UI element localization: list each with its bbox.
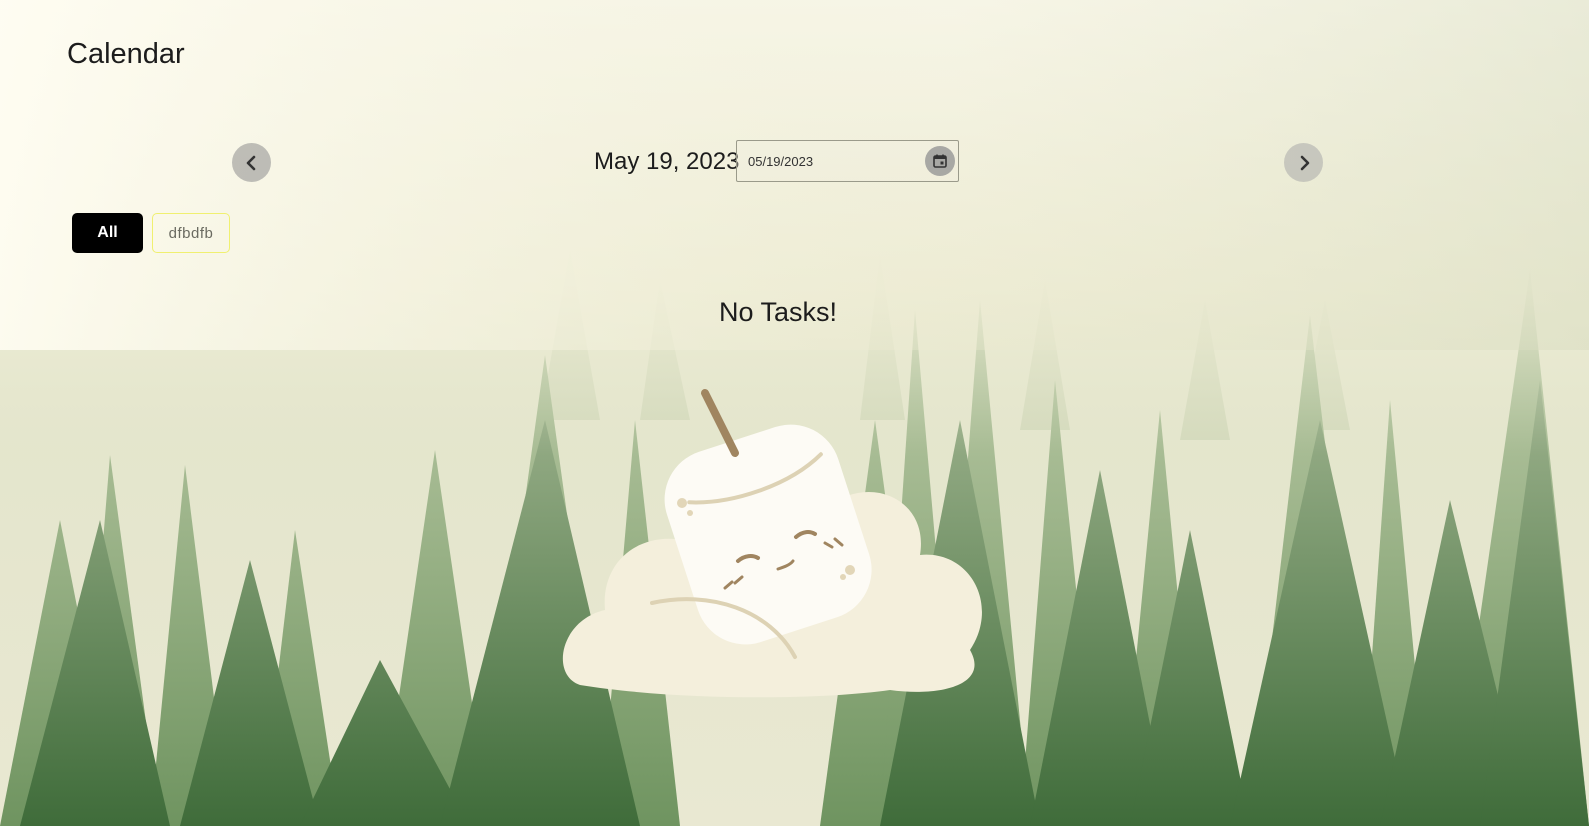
- date-input-value: 05/19/2023: [748, 154, 814, 169]
- next-day-button[interactable]: [1284, 143, 1323, 182]
- app-root: Calendar May 19, 2023 05/19/2023 All dfb…: [0, 0, 1589, 826]
- calendar-picker-button[interactable]: [925, 146, 955, 176]
- filter-all-button[interactable]: All: [72, 213, 143, 253]
- calendar-icon: [933, 154, 947, 168]
- empty-state-message: No Tasks!: [718, 297, 838, 327]
- sleeping-marshmallow-illustration: [562, 389, 982, 698]
- chevron-right-icon: [1300, 155, 1309, 170]
- current-date-label: May 19, 2023: [594, 148, 740, 175]
- date-input[interactable]: 05/19/2023: [736, 140, 959, 182]
- page-title: Calendar: [67, 38, 185, 70]
- previous-day-button[interactable]: [232, 143, 271, 182]
- chevron-left-icon: [246, 155, 255, 170]
- filter-tag-button[interactable]: dfbdfb: [152, 213, 230, 253]
